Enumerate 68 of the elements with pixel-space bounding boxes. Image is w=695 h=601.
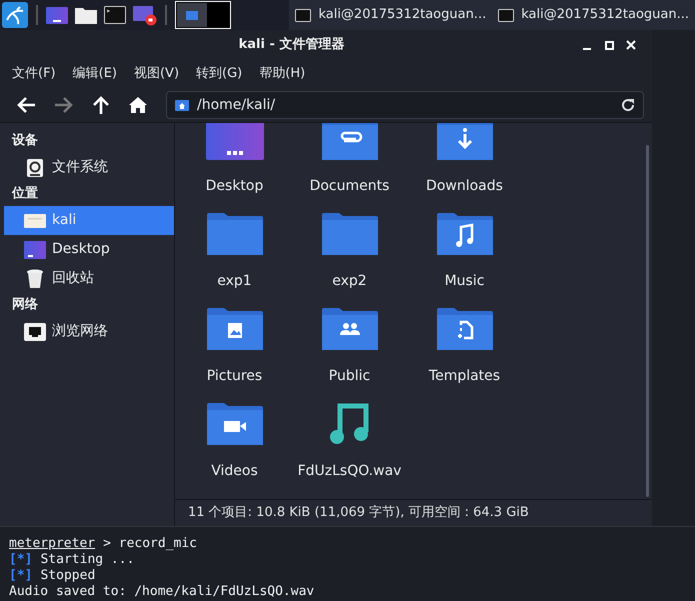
download-folder-icon [436,123,494,161]
sidebar-item[interactable]: Desktop [4,235,174,264]
workspace-switcher[interactable] [175,1,231,29]
window-title: kali - 文件管理器 [238,36,346,54]
terminal-command: > record_mic [103,536,198,552]
trash-icon [26,268,44,288]
file-name[interactable]: Desktop [206,176,264,197]
terminal-icon [295,8,312,22]
file-name[interactable]: Documents [310,176,390,197]
menu-item[interactable]: 视图(V) [134,64,180,84]
status-text: 11 个项目: 10.8 KiB (11,069 字节), 可用空间 : 64.3 GiB [188,504,529,522]
menu-item[interactable]: 文件(F) [12,64,56,84]
file-name[interactable]: Videos [211,461,258,482]
close-icon[interactable] [626,40,636,50]
dragon-logo-icon[interactable] [2,2,28,28]
desktop-icon[interactable] [46,5,68,25]
video-camera-folder-icon [206,402,264,446]
home-folder-icon [175,99,189,111]
menu-item[interactable]: 编辑(E) [72,64,117,84]
sidebar-heading: 网络 [11,296,39,314]
terminal-icon[interactable] [104,5,126,25]
address-field[interactable]: /home/kali/ [166,91,644,119]
file-name[interactable]: Pictures [206,366,262,387]
menu-item[interactable]: 帮助(H) [259,64,306,84]
desktop-folder-icon [24,240,46,258]
taskbar-window-button[interactable]: kali@20175312taoguan... [289,0,492,30]
terminal-prompt: meterpreter [9,536,96,552]
sidebar-item[interactable]: kali [4,206,174,235]
file-name[interactable]: Public [328,366,370,387]
status-marker: [*] [9,568,32,584]
folder-icon [320,212,378,256]
sidebar-item[interactable]: 回收站 [4,264,174,293]
sidebar-heading: 设备 [10,132,39,150]
music-folder-icon [436,212,494,256]
music-note-icon [328,402,372,446]
file-name[interactable]: Downloads [426,176,503,197]
home-icon[interactable] [128,96,148,114]
file-name[interactable]: exp2 [332,271,367,292]
reload-icon[interactable] [621,98,635,112]
scrollbar[interactable] [646,145,649,497]
file-name[interactable]: Music [444,271,484,292]
picture-folder-icon [206,307,264,351]
maximize-button[interactable] [605,40,614,50]
network-port-icon [24,322,46,340]
terminal-text: Starting ... [40,552,134,568]
terminal-text: Stopped [40,568,96,584]
up-arrow-icon[interactable] [92,95,110,115]
desktop-folder-icon [206,123,264,161]
folder-icon[interactable] [75,5,97,25]
drive-icon [26,158,44,178]
sidebar-item[interactable]: 浏览网络 [4,317,174,346]
sidebar-item[interactable]: 文件系统 [4,153,174,182]
sidebar-heading: 位置 [10,185,39,204]
folder-icon [206,212,264,256]
terminal-icon [498,8,514,22]
paperclip-folder-icon [320,123,378,161]
file-name[interactable]: Templates [428,366,500,387]
menu-item[interactable]: 转到(G) [196,64,242,84]
back-arrow-icon[interactable] [16,96,36,114]
terminal-text: Audio saved to: /home/kali/FdUzLsQO.wav [9,584,314,600]
file-name[interactable]: FdUzLsQO.wav [298,461,402,482]
people-folder-icon [320,307,378,351]
status-marker: [*] [9,552,32,568]
screen-recorder-icon[interactable] [133,4,157,26]
taskbar-window-button[interactable]: kali@20175312taoguan... [492,0,695,30]
template-folder-icon [436,307,494,351]
home-folder-icon [24,212,46,228]
file-name[interactable]: exp1 [217,271,252,292]
